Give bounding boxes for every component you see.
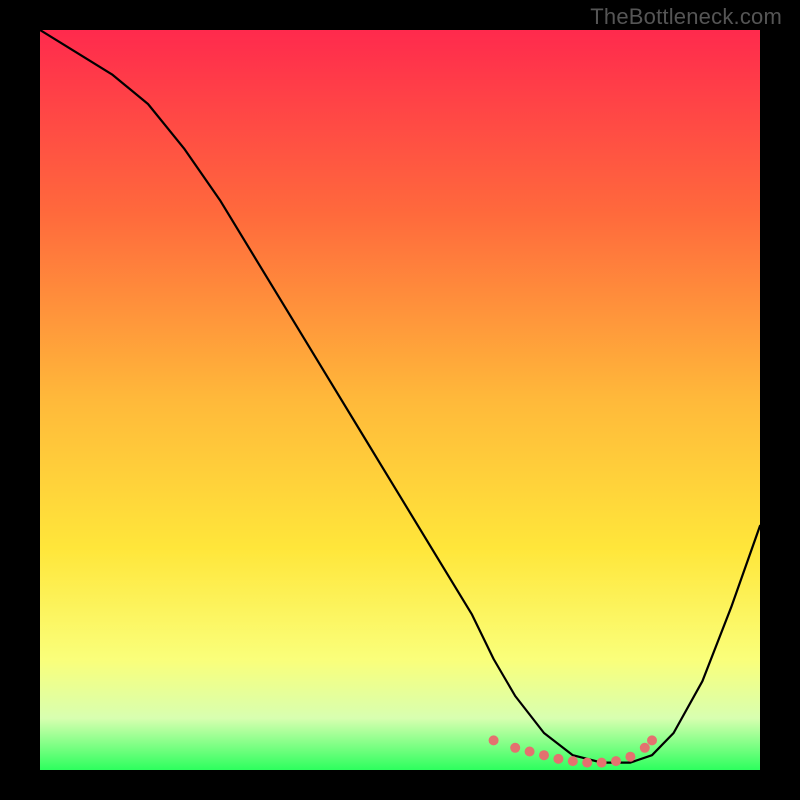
- curve-marker: [510, 743, 520, 753]
- curve-marker: [582, 758, 592, 768]
- curve-marker: [553, 754, 563, 764]
- plot-area: [40, 30, 760, 770]
- curve-marker: [647, 735, 657, 745]
- watermark-text: TheBottleneck.com: [590, 4, 782, 30]
- gradient-background: [40, 30, 760, 770]
- curve-marker: [625, 752, 635, 762]
- chart-svg: [40, 30, 760, 770]
- curve-marker: [597, 758, 607, 768]
- curve-marker: [489, 735, 499, 745]
- curve-marker: [611, 756, 621, 766]
- curve-marker: [640, 743, 650, 753]
- curve-marker: [568, 756, 578, 766]
- curve-marker: [539, 750, 549, 760]
- curve-marker: [525, 747, 535, 757]
- chart-frame: TheBottleneck.com: [0, 0, 800, 800]
